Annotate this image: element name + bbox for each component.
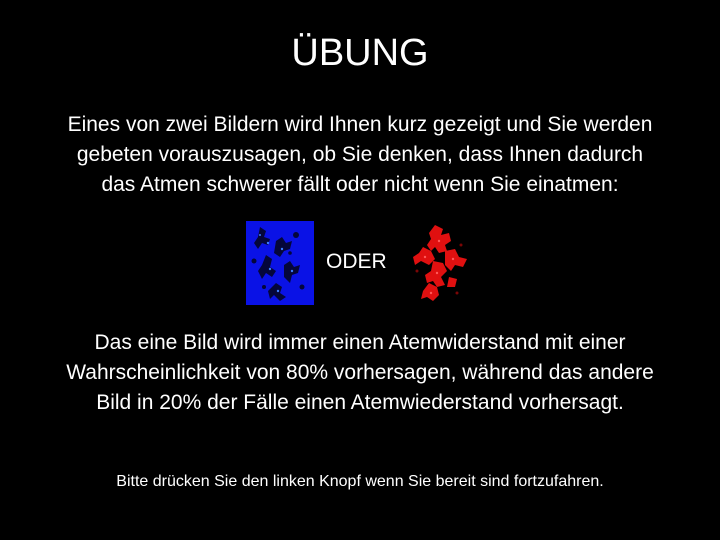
red-fractal-image bbox=[405, 221, 473, 305]
intro-line: Eines von zwei Bildern wird Ihnen kurz g… bbox=[67, 113, 653, 136]
intro-line: gebeten vorauszusagen, ob Sie denken, da… bbox=[76, 143, 644, 166]
intro-text: Eines von zwei Bildern wird Ihnen kurz g… bbox=[0, 110, 720, 200]
intro-line: das Atmen schwerer fällt oder nicht wenn… bbox=[101, 173, 619, 196]
blue-fractal-image bbox=[246, 221, 314, 305]
stimulus-choices: ODER bbox=[0, 221, 720, 305]
choice-separator: ODER bbox=[326, 250, 387, 273]
explanation-line: Das eine Bild wird immer einen Atemwider… bbox=[94, 331, 626, 354]
continue-instruction: Bitte drücken Sie den linken Knopf wenn … bbox=[116, 473, 604, 490]
page-title: ÜBUNG bbox=[291, 32, 429, 74]
explanation-line: Bild in 20% der Fälle einen Atemwiederst… bbox=[96, 391, 624, 414]
explanation-text: Das eine Bild wird immer einen Atemwider… bbox=[0, 328, 720, 418]
explanation-line: Wahrscheinlichkeit von 80% vorhersagen, … bbox=[66, 361, 654, 384]
